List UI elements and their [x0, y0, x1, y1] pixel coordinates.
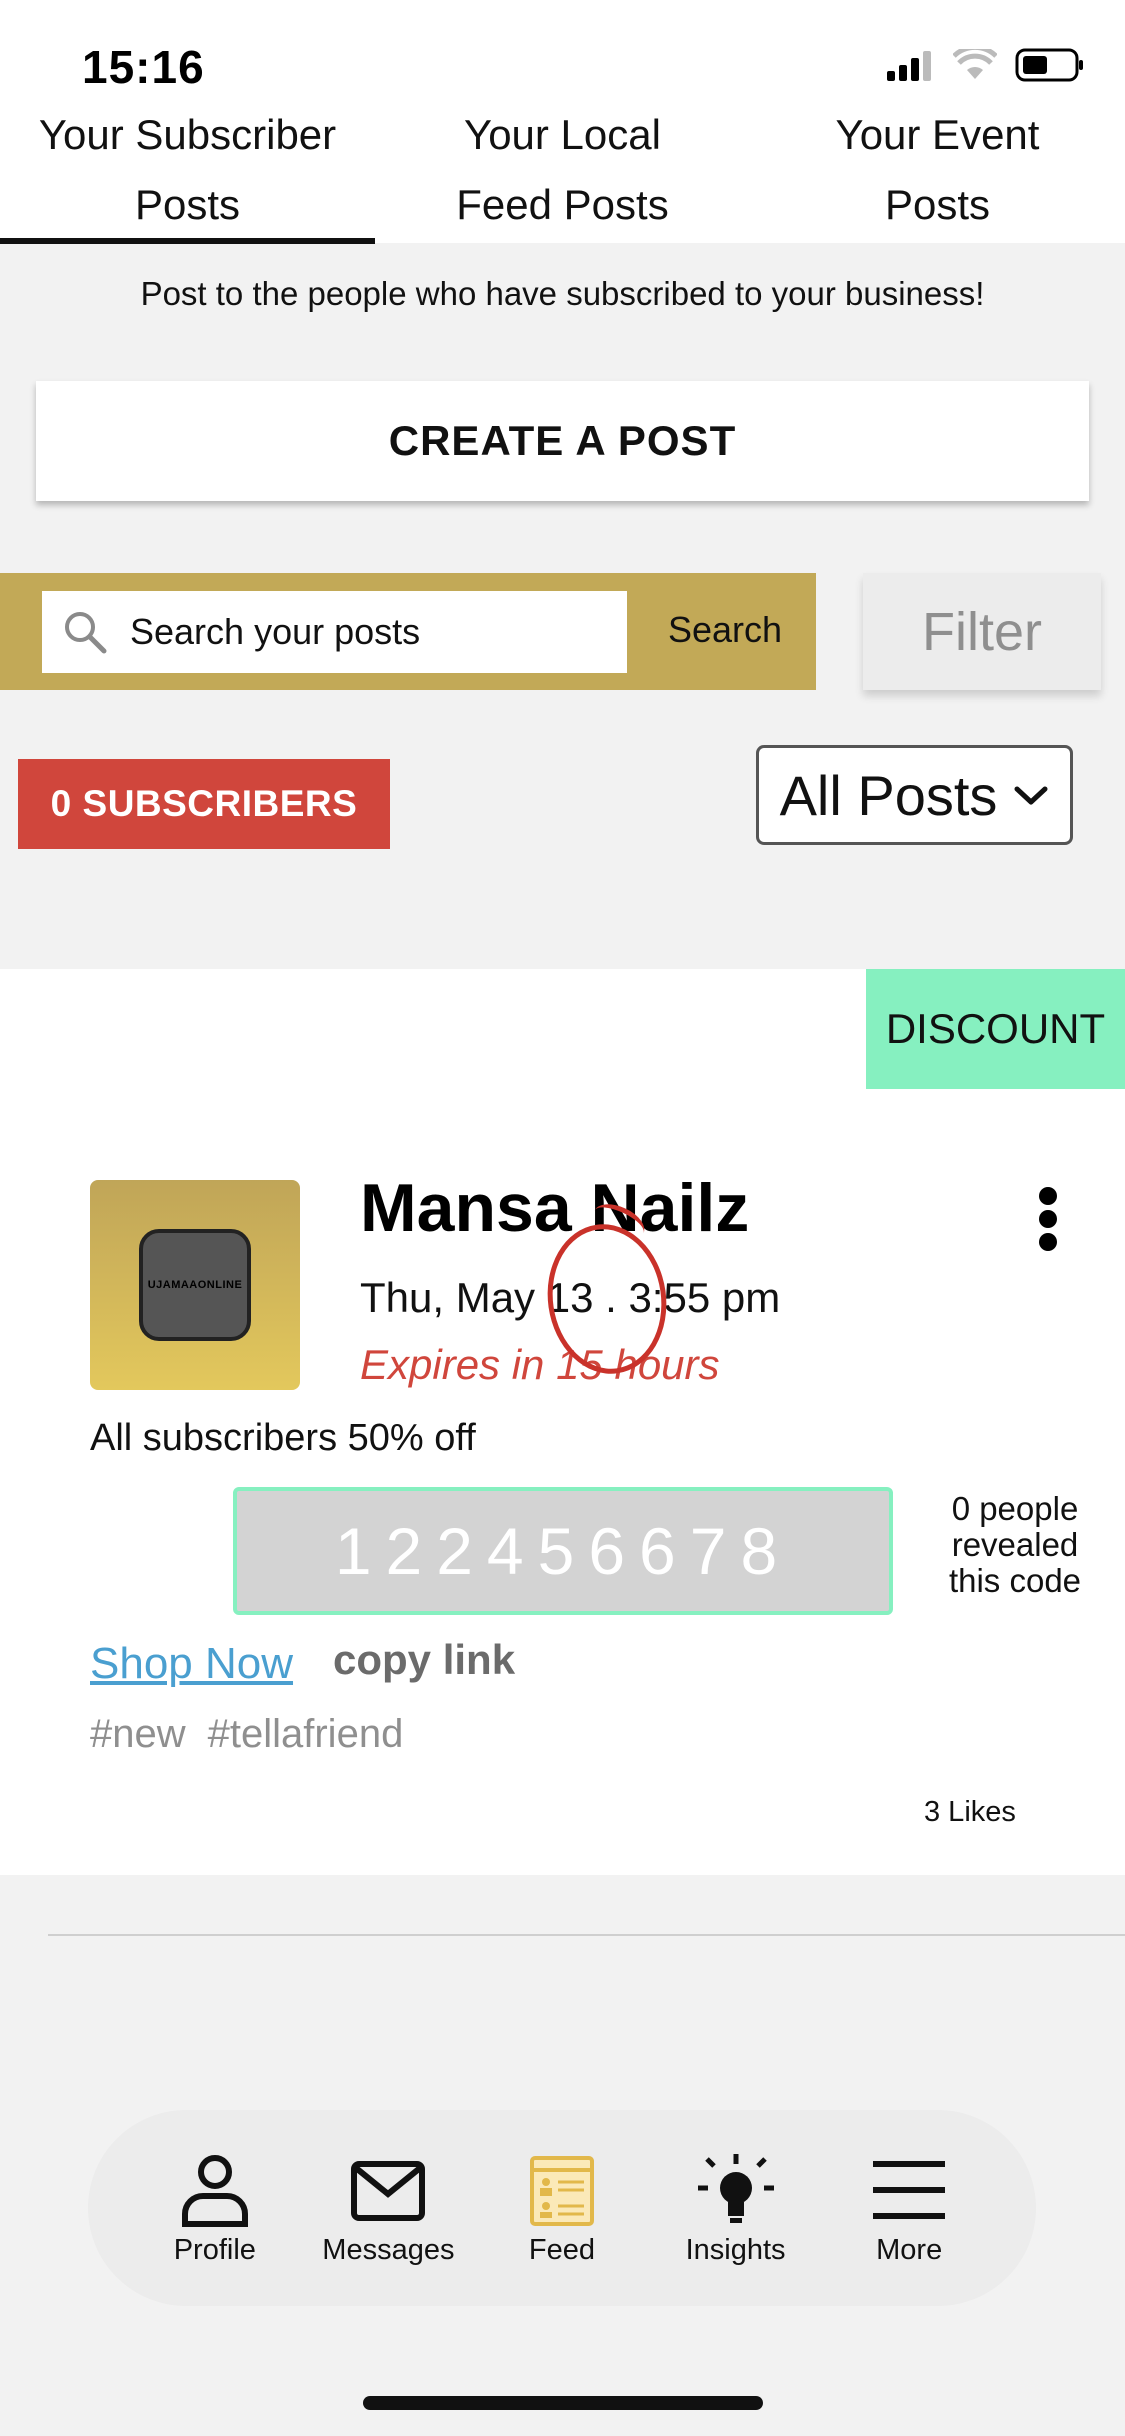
tab-subscriber-posts[interactable]: Your Subscriber Posts: [0, 100, 375, 244]
lightbulb-icon: [697, 2153, 774, 2223]
post-card: DISCOUNT UJAMAAONLINE Mansa Nailz Thu, M…: [0, 969, 1125, 1875]
hashtag[interactable]: #tellafriend: [208, 1712, 404, 1757]
envelope-icon: [351, 2160, 426, 2221]
search-bar: Search your posts Search: [0, 573, 816, 690]
search-placeholder: Search your posts: [130, 611, 421, 652]
likes-count: 3 Likes: [924, 1796, 1016, 1828]
signal-icon: [887, 51, 931, 81]
more-options-icon[interactable]: [1028, 1187, 1068, 1251]
nav-messages[interactable]: Messages: [313, 2150, 463, 2267]
tab-label-line1: Your Subscriber: [38, 111, 337, 158]
wifi-icon: [953, 49, 997, 79]
nav-label: More: [876, 2233, 943, 2266]
nav-insights[interactable]: Insights: [661, 2150, 811, 2267]
tab-label-line2: Posts: [884, 181, 991, 228]
home-indicator[interactable]: [363, 2396, 763, 2410]
tab-local-feed-posts[interactable]: Your Local Feed Posts: [375, 100, 750, 243]
nav-label: Insights: [685, 2233, 786, 2266]
copy-link-button[interactable]: copy link: [333, 1636, 515, 1684]
hashtag[interactable]: #new: [90, 1712, 186, 1757]
discount-code[interactable]: 122456678: [233, 1487, 893, 1615]
post-type-tag: DISCOUNT: [866, 969, 1125, 1089]
nav-label: Profile: [173, 2233, 256, 2266]
nav-label: Messages: [322, 2233, 455, 2266]
logo-mark: UJAMAAONLINE: [139, 1229, 251, 1341]
divider: [48, 1934, 1125, 1936]
posts-select-value: All Posts: [779, 763, 998, 827]
tab-label-line2: Posts: [134, 181, 241, 228]
menu-icon: [873, 2160, 946, 2219]
nav-more[interactable]: More: [834, 2150, 984, 2267]
tab-label-line1: Your Local: [464, 111, 661, 158]
offer-text: All subscribers 50% off: [90, 1417, 476, 1459]
battery-icon: [1015, 48, 1083, 82]
shop-now-link[interactable]: Shop Now: [90, 1639, 293, 1689]
bottom-nav: Profile Messages Feed Insights More: [88, 2110, 1036, 2306]
hashtags: #new #tellafriend: [90, 1712, 403, 1757]
status-icons: [887, 48, 1085, 82]
tab-label-line2: Feed Posts: [456, 181, 669, 228]
page-subtitle: Post to the people who have subscribed t…: [140, 275, 985, 312]
business-name: Mansa Nailz: [360, 1170, 750, 1246]
search-icon: [65, 612, 107, 654]
feed-icon: [529, 2155, 594, 2226]
search-input[interactable]: Search your posts: [42, 591, 627, 673]
expiry-text: Expires in 15 hours: [360, 1341, 720, 1388]
post-type-tabs: Your Subscriber Posts Your Local Feed Po…: [0, 100, 1125, 244]
search-button[interactable]: Search: [668, 609, 782, 651]
nav-feed[interactable]: Feed: [487, 2150, 637, 2267]
tab-label-line1: Your Event: [835, 111, 1040, 158]
posts-filter-select[interactable]: All Posts: [756, 745, 1073, 845]
revealed-count: 0 people revealed this code: [948, 1490, 1082, 1599]
business-logo: UJAMAAONLINE: [90, 1180, 300, 1390]
filter-button[interactable]: Filter: [863, 573, 1101, 690]
chevron-down-icon: [1014, 786, 1048, 805]
top-header: 15:16 Your Subscriber Posts Your Local F…: [0, 0, 1125, 244]
tab-event-posts[interactable]: Your Event Posts: [750, 100, 1125, 243]
status-time: 15:16: [82, 41, 205, 93]
nav-label: Feed: [528, 2233, 596, 2266]
person-icon: [181, 2154, 248, 2227]
logo-text: UJAMAAONLINE: [147, 1279, 243, 1291]
nav-profile[interactable]: Profile: [140, 2150, 290, 2267]
subscribers-badge[interactable]: 0 SUBSCRIBERS: [18, 759, 390, 849]
create-post-button[interactable]: CREATE A POST: [36, 381, 1089, 501]
